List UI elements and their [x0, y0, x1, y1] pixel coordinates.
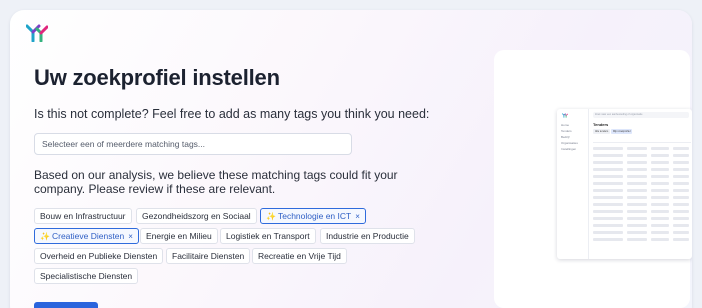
preview-nav-item: Home	[561, 123, 570, 127]
preview-row-placeholder	[593, 196, 691, 199]
tag-energie-en-milieu[interactable]: Energie en Milieu	[140, 228, 218, 244]
preview-nav-item: Instellingen	[561, 147, 577, 151]
preview-row-placeholder	[593, 182, 691, 185]
preview-nav-item: Tenders	[561, 129, 572, 133]
tag-specialistische-diensten[interactable]: Specialistische Diensten	[34, 268, 139, 284]
tag-label: Technologie en ICT	[277, 211, 352, 221]
tag-label: Creatieve Diensten	[51, 231, 125, 241]
preview-row-placeholder	[593, 210, 691, 213]
tag-bouw-en-infrastructuur[interactable]: Bouw en Infrastructuur	[34, 208, 132, 224]
preview-table-header	[593, 138, 691, 143]
preview-sidebar: Home Tenders Bedrijf Organisaties Instel…	[557, 109, 589, 259]
preview-row-placeholder	[593, 168, 691, 171]
intro-text: Is this not complete? Feel free to add a…	[34, 107, 430, 121]
preview-nav-item: Bedrijf	[561, 135, 570, 139]
preview-nav-item: Organisaties	[561, 141, 578, 145]
tag-label: Facilitaire Diensten	[172, 251, 245, 261]
tag-label: Specialistische Diensten	[40, 271, 133, 281]
app-preview-screenshot: Home Tenders Bedrijf Organisaties Instel…	[557, 109, 692, 259]
preview-row-placeholder	[593, 154, 691, 157]
tag-logistiek-en-transport[interactable]: Logistiek en Transport	[220, 228, 316, 244]
analysis-text: Based on our analysis, we believe these …	[34, 168, 398, 196]
tag-label: Recreatie en Vrije Tijd	[258, 251, 341, 261]
preview-row-placeholder	[593, 147, 691, 150]
close-icon[interactable]: ×	[355, 212, 360, 221]
tag-label: Logistiek en Transport	[226, 231, 310, 241]
tag-recreatie-en-vrije-tijd[interactable]: Recreatie en Vrije Tijd	[252, 248, 347, 264]
brand-logo-icon	[26, 24, 48, 42]
tag-technologie-en-ict[interactable]: ✨ Technologie en ICT ×	[260, 208, 366, 224]
preview-row-placeholder	[593, 217, 691, 220]
onboarding-card: Uw zoekprofiel instellen Is this not com…	[10, 10, 692, 308]
preview-row-placeholder	[593, 161, 691, 164]
close-icon[interactable]: ×	[128, 232, 133, 241]
tag-label: Industrie en Productie	[326, 231, 409, 241]
tag-label: Gezondheidszorg en Sociaal	[142, 211, 251, 221]
tag-label: Bouw en Infrastructuur	[40, 211, 126, 221]
continue-button[interactable]	[34, 302, 98, 308]
tag-label: Energie en Milieu	[146, 231, 212, 241]
preview-tab: Mijn zoekprofiel	[611, 129, 633, 134]
preview-row-placeholder	[593, 175, 691, 178]
preview-row-placeholder	[593, 203, 691, 206]
sparkle-icon: ✨	[266, 212, 276, 221]
preview-logo-icon	[562, 113, 568, 118]
tag-overheid-en-publieke-diensten[interactable]: Overheid en Publieke Diensten	[34, 248, 164, 264]
preview-row-placeholder	[593, 189, 691, 192]
tag-creatieve-diensten[interactable]: ✨ Creatieve Diensten ×	[34, 228, 139, 244]
preview-row-placeholder	[593, 238, 691, 241]
tag-industrie-en-productie[interactable]: Industrie en Productie	[320, 228, 415, 244]
preview-search: Zoek naar een aanbesteding of organisati…	[593, 112, 689, 118]
preview-tab: Alle tenders	[593, 129, 611, 134]
preview-row-placeholder	[593, 231, 691, 234]
app-preview-panel: Home Tenders Bedrijf Organisaties Instel…	[494, 50, 692, 308]
tag-select-input[interactable]: Selecteer een of meerdere matching tags.…	[34, 133, 352, 155]
page-title: Uw zoekprofiel instellen	[34, 65, 280, 90]
tag-facilitaire-diensten[interactable]: Facilitaire Diensten	[166, 248, 251, 264]
preview-row-placeholder	[593, 224, 691, 227]
preview-title: Tenders	[593, 122, 609, 127]
tag-label: Overheid en Publieke Diensten	[40, 251, 158, 261]
tag-gezondheidszorg-en-sociaal[interactable]: Gezondheidszorg en Sociaal	[136, 208, 257, 224]
sparkle-icon: ✨	[40, 232, 50, 241]
